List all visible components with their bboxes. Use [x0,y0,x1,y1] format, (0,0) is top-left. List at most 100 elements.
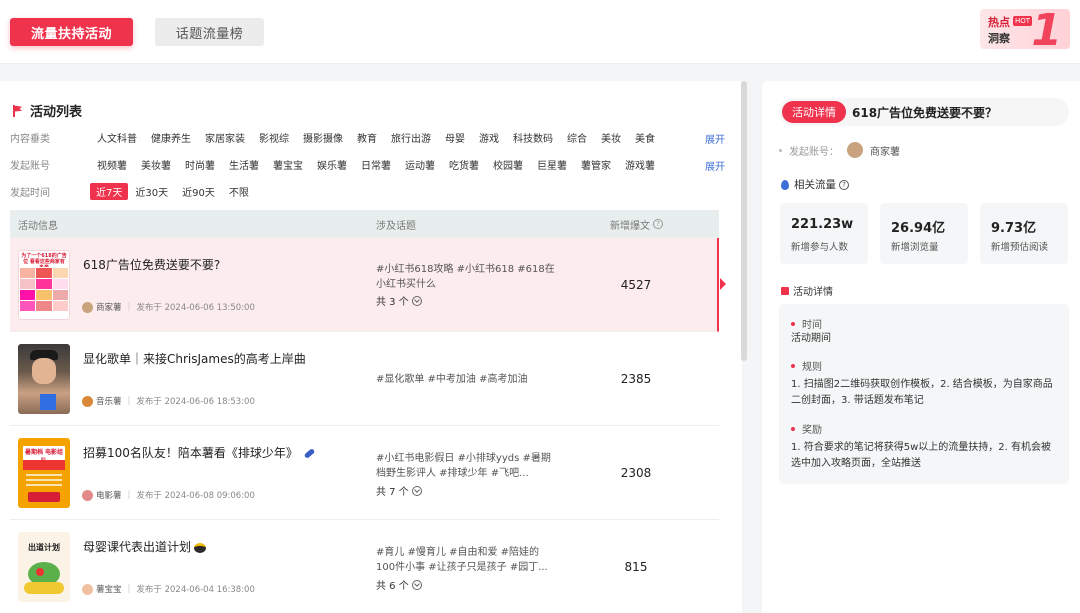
filter-option[interactable]: 摄影摄像 [296,130,350,145]
filter-option[interactable]: 视频薯 [90,157,134,172]
filter-option[interactable]: 健康养生 [144,130,198,145]
activity-detail-box: 时间 活动期间 规则 1. 扫描图2二维码获取创作模板，2. 结合模板，为自家商… [779,304,1069,484]
filter-option[interactable]: 薯宝宝 [266,157,310,172]
crown-icon [194,542,207,553]
section-title: 奖励 [802,425,822,436]
filter-option[interactable]: 家居家装 [198,130,252,145]
row-topic-count[interactable]: 共 3 个 [376,293,422,308]
col-info: 活动信息 [18,220,58,232]
tab-traffic-support[interactable]: 流量扶持活动 [10,18,133,46]
filter-option[interactable]: 游戏薯 [618,157,662,172]
col-new-text: 新增爆文 [610,220,650,232]
chevron-down-icon[interactable] [411,579,422,590]
row-topics: #小红书618攻略 #小红书618 #618在小红书买什么 [376,264,555,290]
row-new-count: 4527 [620,278,652,292]
filter-option[interactable]: 运动薯 [398,157,442,172]
table-row[interactable]: 暑期档 电影组队 招募100名队友！陪本薯看《排球少年》 电影薯 | 发布于 2… [10,426,719,520]
col-topic: 涉及话题 [376,220,416,232]
filter-option[interactable]: 近30天 [128,184,175,199]
filter-option[interactable]: 母婴 [438,130,472,145]
row-meta: 商家薯 | 发布于 2024-06-06 13:50:00 [82,301,255,313]
filter-option[interactable]: 美妆薯 [134,157,178,172]
row-meta: 电影薯 | 发布于 2024-06-08 09:06:00 [82,489,255,501]
related-traffic-text: 相关流量 [794,179,836,191]
row-author[interactable]: 音乐薯 [96,395,122,407]
section-time: 时间 活动期间 [791,316,1057,347]
filter-option[interactable]: 吃货薯 [442,157,486,172]
avatar [82,489,93,501]
filter-option[interactable]: 娱乐薯 [310,157,354,172]
row-topic-count[interactable]: 共 7 个 [376,483,422,498]
bullet-icon [791,363,795,368]
chevron-down-icon[interactable] [411,295,422,306]
filter-option[interactable]: 人文科普 [90,130,144,145]
filter-option[interactable]: 旅行出游 [384,130,438,145]
filter-option[interactable]: 综合 [560,130,594,145]
filter-option[interactable]: 巨星薯 [530,157,574,172]
detail-title: 618广告位免费送要不要？ [852,105,998,120]
flag-icon [12,104,24,117]
section-body: 活动期间 [791,333,831,344]
row-title[interactable]: 显化歌单｜来接ChrisJames的高考上岸曲 [83,350,306,367]
col-new: 新增爆文? [610,217,663,232]
row-new-count: 815 [624,560,648,574]
hot-insight-banner[interactable]: 热点 HOT 洞察 1 [980,9,1070,49]
filter-option[interactable]: 校园薯 [486,157,530,172]
list-title-text: 活动列表 [30,105,83,120]
activity-detail-title: 活动详情 [781,283,833,298]
hot-title: 热点 [988,16,1010,29]
row-new-count: 2385 [620,372,652,386]
account-name[interactable]: 商家薯 [870,143,900,158]
filter-option[interactable]: 日常薯 [354,157,398,172]
tab-topic-ranking[interactable]: 话题流量榜 [155,18,264,46]
hot-badge: HOT [1013,16,1033,26]
filter-option[interactable]: 教育 [350,130,384,145]
section-title: 规则 [802,362,822,373]
thumbnail: 出道计划 [18,532,70,602]
filter-option[interactable]: 时尚薯 [178,157,222,172]
detail-header: 活动详情 618广告位免费送要不要？ [779,98,1069,126]
filter-option[interactable]: 美食 [628,130,662,145]
filter-option[interactable]: 近7天 [90,182,129,200]
activity-detail-text: 活动详情 [793,287,833,298]
row-title[interactable]: 母婴课代表出道计划 [83,538,207,555]
thumbnail: 暑期档 电影组队 [18,438,70,508]
filter-option[interactable]: 近90天 [175,184,222,199]
filter-option[interactable]: 影视综 [252,130,296,145]
bullet-icon [791,321,795,326]
row-title[interactable]: 招募100名队友！陪本薯看《排球少年》 [83,444,316,461]
filter-option[interactable]: 美妆 [594,130,628,145]
help-icon[interactable]: ? [653,219,663,229]
table-row[interactable]: 出道计划 母婴课代表出道计划 薯宝宝 | 发布于 2024-06-04 16:3… [10,520,719,613]
stat-value: 26.94亿 [891,221,946,236]
row-author[interactable]: 电影薯 [96,489,122,501]
related-traffic-title: 相关流量 ? [781,177,849,192]
row-topic-count-text: 共 3 个 [376,297,409,308]
account-label: 发起账号： [789,146,839,158]
filter-option[interactable]: 游戏 [472,130,506,145]
filter-option[interactable]: 生活薯 [222,157,266,172]
filter-option[interactable]: 薯管家 [574,157,618,172]
row-topics: #育儿 #慢育儿 #自由和爱 #陪娃的100件小事 #让孩子只是孩子 #园丁..… [376,547,548,573]
section-body: 1. 扫描图2二维码获取创作模板，2. 结合模板，为自家商品二创封面，3. 带话… [791,379,1053,406]
row-author[interactable]: 薯宝宝 [96,583,122,595]
row-author[interactable]: 商家薯 [96,301,122,313]
top-bar: 流量扶持活动 话题流量榜 热点 HOT 洞察 1 [0,0,1080,64]
table-row[interactable]: 显化歌单｜来接ChrisJames的高考上岸曲 音乐薯 | 发布于 2024-0… [10,332,719,426]
row-title[interactable]: 618广告位免费送要不要? [83,256,220,273]
chevron-down-icon[interactable] [411,485,422,496]
help-icon[interactable]: ? [839,179,849,190]
row-meta: 薯宝宝 | 发布于 2024-06-04 16:38:00 [82,583,255,595]
avatar [847,142,863,158]
stat-card: 221.23w 新增参与人数 [780,203,868,264]
stat-card: 9.73亿 新增预估阅读 [980,203,1068,264]
row-topic-count[interactable]: 共 6 个 [376,577,422,592]
filter-option[interactable]: 科技数码 [506,130,560,145]
thumbnail [18,344,70,414]
filter-option[interactable]: 不限 [222,184,256,199]
table-row[interactable]: 为了一个618的广告位 看看这些商家有多卷 618广告位免费送要不要? 商家薯 … [10,238,726,332]
scrollbar[interactable] [741,81,747,361]
activity-list-title: 活动列表 [12,101,82,120]
stat-label: 新增预估阅读 [991,242,1049,253]
thumbnail: 为了一个618的广告位 看看这些商家有多卷 [18,250,70,320]
